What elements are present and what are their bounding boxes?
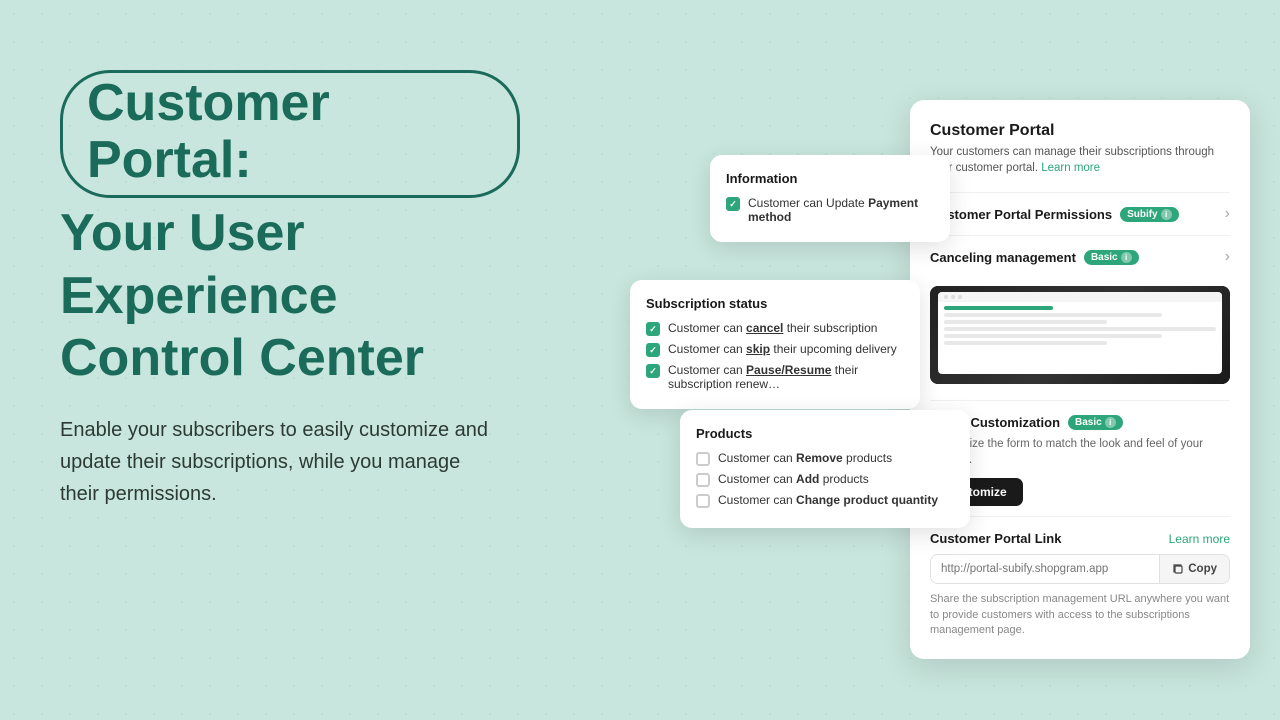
- link-description: Share the subscription management URL an…: [930, 592, 1230, 638]
- canceling-label: Canceling management: [930, 250, 1076, 265]
- customization-badge: Basic i: [1068, 415, 1123, 430]
- products-card-title: Products: [696, 426, 954, 441]
- link-section-header: Customer Portal Link Learn more: [930, 531, 1230, 546]
- subscription-item-3: ✓ Customer can Pause/Resume their subscr…: [646, 363, 904, 391]
- canceling-badge-info: i: [1121, 252, 1132, 263]
- browser-dot-3: [958, 295, 962, 299]
- portal-panel-desc: Your customers can manage their subscrip…: [930, 144, 1230, 176]
- portal-permissions-row[interactable]: Customer Portal Permissions Subify i ›: [930, 192, 1230, 235]
- link-learn-more[interactable]: Learn more: [1169, 532, 1230, 546]
- portal-link-section: Customer Portal Link Learn more Copy Sha…: [930, 516, 1230, 638]
- product-item-2: Customer can Add products: [696, 472, 954, 487]
- canceling-badge: Basic i: [1084, 250, 1139, 265]
- product-checkbox-3[interactable]: [696, 494, 710, 508]
- sub-checkbox-3[interactable]: ✓: [646, 364, 660, 378]
- copy-button[interactable]: Copy: [1159, 555, 1229, 583]
- canceling-chevron: ›: [1225, 248, 1230, 266]
- product-item-text-2: Customer can Add products: [718, 472, 869, 486]
- customization-badge-info: i: [1105, 417, 1116, 428]
- fake-line-medium: [944, 313, 1162, 317]
- portal-url-input[interactable]: [931, 555, 1159, 583]
- fake-line-full: [944, 327, 1216, 331]
- product-item-text-3: Customer can Change product quantity: [718, 493, 938, 507]
- fake-browser: [938, 292, 1222, 374]
- canceling-row[interactable]: Canceling management Basic i ›: [930, 235, 1230, 278]
- customization-title: Portal Customization Basic i: [930, 415, 1230, 430]
- portal-panel: Customer Portal Your customers can manag…: [910, 100, 1250, 659]
- sub-item-text-3: Customer can Pause/Resume their subscrip…: [668, 363, 904, 391]
- hero-title-line1: Customer Portal:: [60, 70, 520, 198]
- sub-item-text-1: Customer can cancel their subscription: [668, 321, 877, 335]
- product-checkbox-1[interactable]: [696, 452, 710, 466]
- main-layout: Customer Portal: Your User Experience Co…: [0, 0, 1280, 720]
- info-item-1: ✓ Customer can Update Payment method: [726, 196, 934, 224]
- copy-icon: [1172, 563, 1184, 575]
- permissions-chevron: ›: [1225, 205, 1230, 223]
- info-card-title: Information: [726, 171, 934, 186]
- permissions-badge: Subify i: [1120, 207, 1179, 222]
- portal-panel-title: Customer Portal: [930, 122, 1230, 140]
- fake-line-short: [944, 320, 1107, 324]
- hero-section: Customer Portal: Your User Experience Co…: [0, 0, 580, 720]
- link-section-title: Customer Portal Link: [930, 531, 1061, 546]
- subscription-item-1: ✓ Customer can cancel their subscription: [646, 321, 904, 336]
- browser-dot-2: [951, 295, 955, 299]
- portal-customization-section: Portal Customization Basic i Customize t…: [930, 400, 1230, 516]
- hero-title-line3: Control Center: [60, 327, 520, 389]
- permissions-label: Customer Portal Permissions: [930, 207, 1112, 222]
- fake-line-short-2: [944, 341, 1107, 345]
- info-checkbox-1[interactable]: ✓: [726, 197, 740, 211]
- subscription-card-title: Subscription status: [646, 296, 904, 311]
- browser-dot-1: [944, 295, 948, 299]
- sub-item-text-2: Customer can skip their upcoming deliver…: [668, 342, 897, 356]
- products-card: Products Customer can Remove products Cu…: [680, 410, 970, 528]
- info-item-text-1: Customer can Update Payment method: [748, 196, 934, 224]
- browser-content: [938, 302, 1222, 352]
- fake-line-accent: [944, 306, 1053, 310]
- product-item-text-1: Customer can Remove products: [718, 451, 892, 465]
- subscription-card: Subscription status ✓ Customer can cance…: [630, 280, 920, 409]
- sub-checkbox-2[interactable]: ✓: [646, 343, 660, 357]
- information-card: Information ✓ Customer can Update Paymen…: [710, 155, 950, 242]
- sub-checkbox-1[interactable]: ✓: [646, 322, 660, 336]
- subscription-item-2: ✓ Customer can skip their upcoming deliv…: [646, 342, 904, 357]
- product-item-3: Customer can Change product quantity: [696, 493, 954, 508]
- hero-title-line2: Your User Experience: [60, 202, 520, 327]
- permissions-badge-info: i: [1161, 209, 1172, 220]
- ui-section: Information ✓ Customer can Update Paymen…: [580, 0, 1280, 720]
- customization-desc: Customize the form to match the look and…: [930, 436, 1230, 468]
- link-input-row: Copy: [930, 554, 1230, 584]
- product-item-1: Customer can Remove products: [696, 451, 954, 466]
- fake-line-medium-2: [944, 334, 1162, 338]
- product-checkbox-2[interactable]: [696, 473, 710, 487]
- screenshot-inner: [930, 286, 1230, 384]
- portal-screenshot: [930, 286, 1230, 384]
- browser-bar: [938, 292, 1222, 302]
- hero-subtitle: Enable your subscribers to easily custom…: [60, 414, 500, 510]
- portal-learn-more-link[interactable]: Learn more: [1041, 162, 1100, 174]
